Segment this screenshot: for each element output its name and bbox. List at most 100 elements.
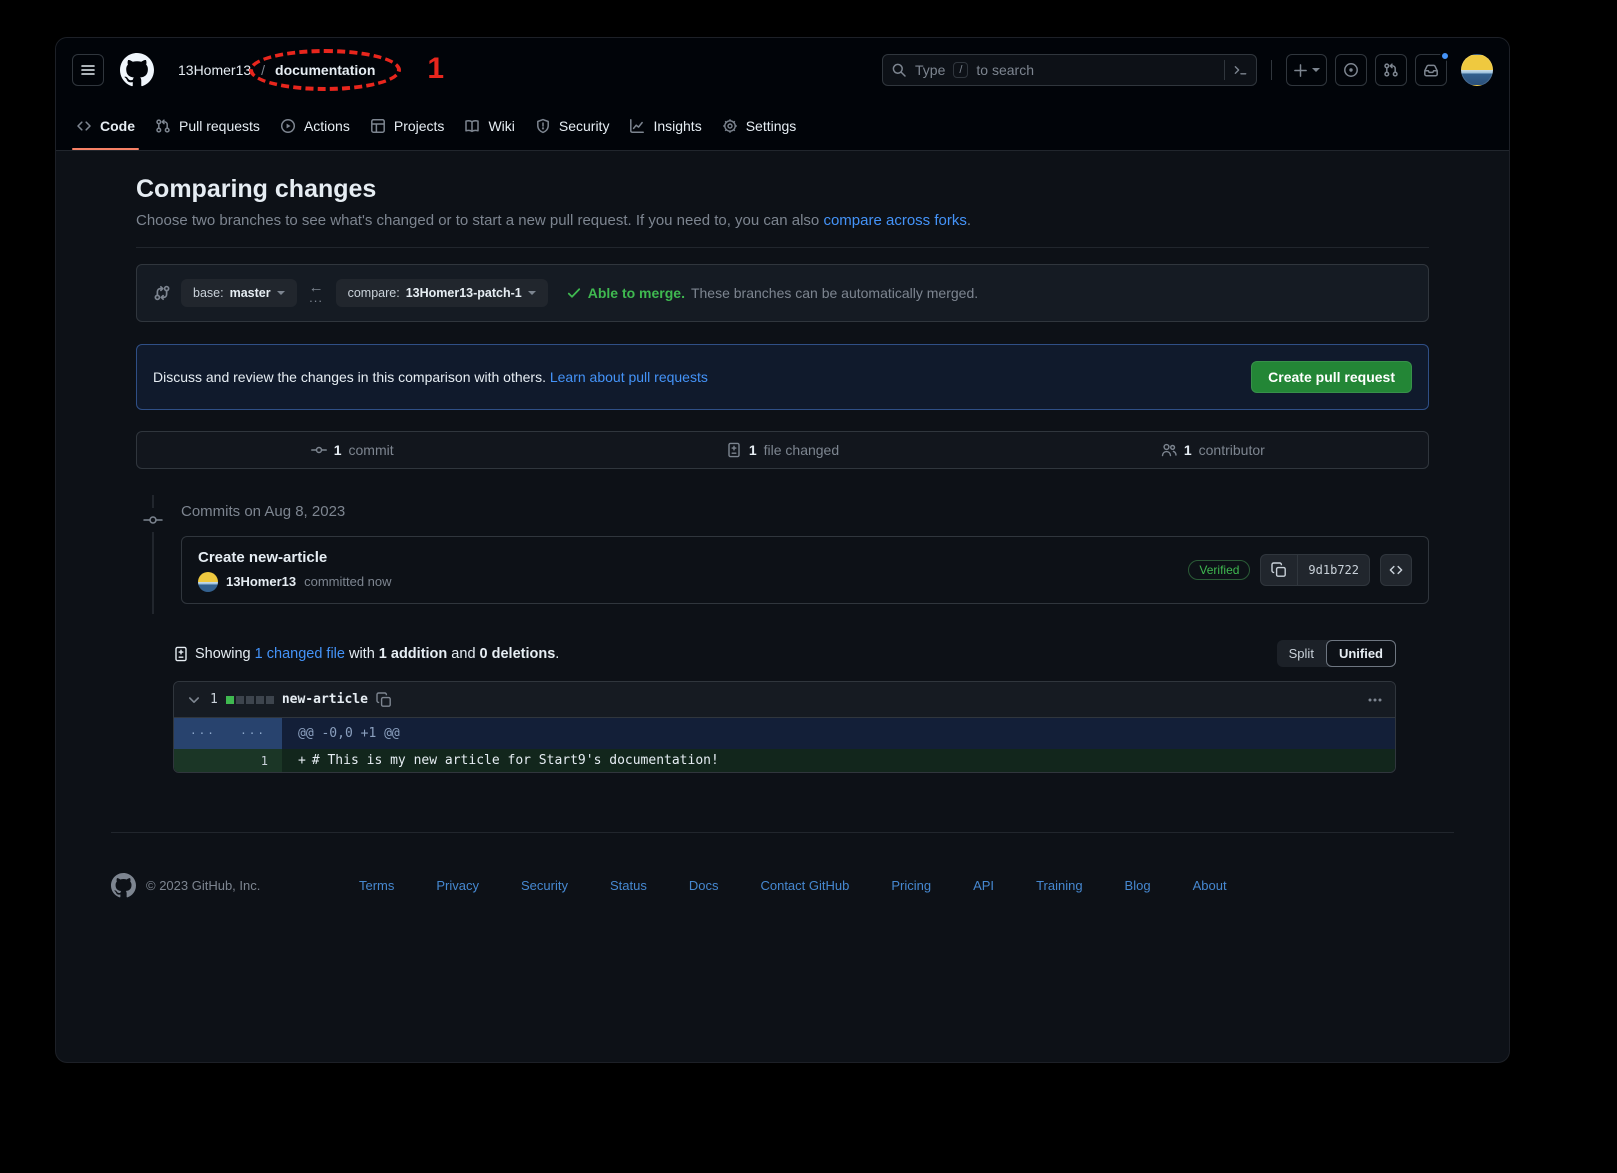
- tab-settings[interactable]: Settings: [714, 103, 805, 149]
- unified-view-button[interactable]: Unified: [1326, 640, 1396, 667]
- file-changes-count: 1: [210, 692, 218, 707]
- addition-sign: +: [298, 753, 306, 768]
- header-divider: [1271, 60, 1272, 80]
- tab-actions[interactable]: Actions: [272, 103, 358, 149]
- tab-projects[interactable]: Projects: [362, 103, 453, 149]
- base-branch-button[interactable]: base: master: [181, 279, 297, 307]
- commit-title-link[interactable]: Create new-article: [198, 549, 392, 566]
- page-title: Comparing changes: [136, 175, 1429, 204]
- issue-opened-icon: [1343, 62, 1359, 78]
- compare-branch-value: 13Homer13-patch-1: [406, 286, 522, 300]
- tab-actions-label: Actions: [304, 118, 350, 134]
- chevron-down-icon[interactable]: [186, 692, 202, 708]
- additions-count: 1 addition: [379, 646, 447, 662]
- hunk-row: ··· ··· @@ -0,0 +1 @@: [174, 718, 1395, 749]
- files-changed-stat[interactable]: 1 file changed: [567, 432, 997, 468]
- commits-section: Commits on Aug 8, 2023 Create new-articl…: [136, 503, 1429, 604]
- added-line-content: + # This is my new article for Start9's d…: [282, 749, 729, 772]
- base-branch-value: master: [230, 286, 271, 300]
- branch-selector-bar: base: master ← ... compare: 13Homer13-pa…: [136, 264, 1429, 322]
- notification-dot: [1440, 51, 1450, 61]
- github-logo-icon[interactable]: [120, 53, 154, 87]
- verified-badge[interactable]: Verified: [1188, 560, 1250, 580]
- create-new-button[interactable]: [1286, 54, 1327, 86]
- commit-author-link[interactable]: 13Homer13: [226, 574, 296, 589]
- command-palette-icon[interactable]: [1224, 60, 1248, 80]
- changed-file-link[interactable]: 1 changed file: [255, 646, 345, 662]
- create-pull-request-button[interactable]: Create pull request: [1251, 361, 1412, 393]
- diffstat-squares: [226, 696, 274, 704]
- files-summary: Showing 1 changed file with 1 addition a…: [173, 646, 559, 662]
- footer-link-status[interactable]: Status: [610, 878, 647, 893]
- hamburger-menu-button[interactable]: [72, 54, 104, 86]
- copy-icon[interactable]: [376, 692, 392, 708]
- files-label: file changed: [764, 442, 840, 458]
- learn-about-pull-requests-link[interactable]: Learn about pull requests: [550, 369, 708, 385]
- gutter-dots: ···: [190, 727, 216, 740]
- expand-hunk-button[interactable]: ··· ···: [174, 718, 282, 749]
- copy-sha-button[interactable]: [1261, 555, 1297, 585]
- kebab-menu-icon[interactable]: [1367, 692, 1383, 708]
- footer-link-pricing[interactable]: Pricing: [891, 878, 931, 893]
- summary-mid: with: [345, 646, 379, 662]
- footer: © 2023 GitHub, Inc. Terms Privacy Securi…: [111, 832, 1454, 898]
- github-footer-logo-icon: [111, 873, 136, 898]
- footer-link-docs[interactable]: Docs: [689, 878, 719, 893]
- tab-insights-label: Insights: [653, 118, 701, 134]
- added-line-text: # This is my new article for Start9's do…: [312, 753, 719, 768]
- commit-author-avatar[interactable]: [198, 572, 218, 592]
- issues-button[interactable]: [1335, 54, 1367, 86]
- slash-key-hint: /: [953, 62, 968, 78]
- file-diff-icon: [726, 442, 742, 458]
- check-icon: [566, 285, 582, 301]
- search-input[interactable]: Type / to search: [882, 54, 1257, 86]
- search-placeholder-post: to search: [976, 62, 1034, 78]
- plus-icon: [1293, 63, 1308, 78]
- tab-pull-requests[interactable]: Pull requests: [147, 103, 268, 149]
- commit-sha-text: 9d1b722: [1308, 563, 1359, 577]
- split-view-button[interactable]: Split: [1277, 641, 1326, 666]
- footer-link-security[interactable]: Security: [521, 878, 568, 893]
- commit-sha-group: 9d1b722: [1260, 554, 1370, 586]
- contributors-label: contributor: [1199, 442, 1265, 458]
- tab-security[interactable]: Security: [527, 103, 618, 149]
- inbox-icon: [1423, 62, 1439, 78]
- summary-pre: Showing: [195, 646, 255, 662]
- hunk-header-text: @@ -0,0 +1 @@: [282, 718, 410, 749]
- browse-code-button[interactable]: [1380, 554, 1412, 586]
- breadcrumb-repo[interactable]: documentation: [267, 56, 383, 84]
- tab-insights[interactable]: Insights: [621, 103, 709, 149]
- footer-link-privacy[interactable]: Privacy: [436, 878, 479, 893]
- commit-sha-link[interactable]: 9d1b722: [1297, 555, 1369, 585]
- contributors-stat[interactable]: 1 contributor: [998, 432, 1428, 468]
- footer-link-contact[interactable]: Contact GitHub: [760, 878, 849, 893]
- commit-time: committed now: [304, 574, 391, 589]
- compare-branch-button[interactable]: compare: 13Homer13-patch-1: [336, 279, 548, 307]
- summary-and: and: [447, 646, 479, 662]
- chevron-down-icon: [528, 291, 536, 295]
- files-section: Showing 1 changed file with 1 addition a…: [173, 640, 1396, 773]
- commits-stat[interactable]: 1 commit: [137, 432, 567, 468]
- breadcrumb-owner[interactable]: 13Homer13: [170, 56, 259, 84]
- commits-count: 1: [334, 442, 342, 458]
- inbox-button[interactable]: [1415, 54, 1447, 86]
- pull-requests-button[interactable]: [1375, 54, 1407, 86]
- footer-link-terms[interactable]: Terms: [359, 878, 394, 893]
- copyright-text: © 2023 GitHub, Inc.: [146, 878, 260, 893]
- search-placeholder-pre: Type: [915, 62, 945, 78]
- line-number[interactable]: 1: [174, 749, 282, 772]
- tab-wiki[interactable]: Wiki: [456, 103, 522, 149]
- table-icon: [370, 118, 386, 134]
- footer-link-blog[interactable]: Blog: [1125, 878, 1151, 893]
- compare-across-forks-link[interactable]: compare across forks: [823, 212, 966, 229]
- tab-code[interactable]: Code: [68, 103, 143, 149]
- commits-date-header: Commits on Aug 8, 2023: [181, 503, 1429, 520]
- code-icon: [1388, 562, 1404, 578]
- footer-link-about[interactable]: About: [1193, 878, 1227, 893]
- repo-nav: Code Pull requests Actions Projects Wiki…: [56, 102, 1509, 150]
- footer-link-training[interactable]: Training: [1036, 878, 1082, 893]
- avatar[interactable]: [1461, 54, 1493, 86]
- diff-filename-link[interactable]: new-article: [282, 692, 368, 707]
- footer-link-api[interactable]: API: [973, 878, 994, 893]
- merge-status-detail: These branches can be automatically merg…: [691, 285, 978, 301]
